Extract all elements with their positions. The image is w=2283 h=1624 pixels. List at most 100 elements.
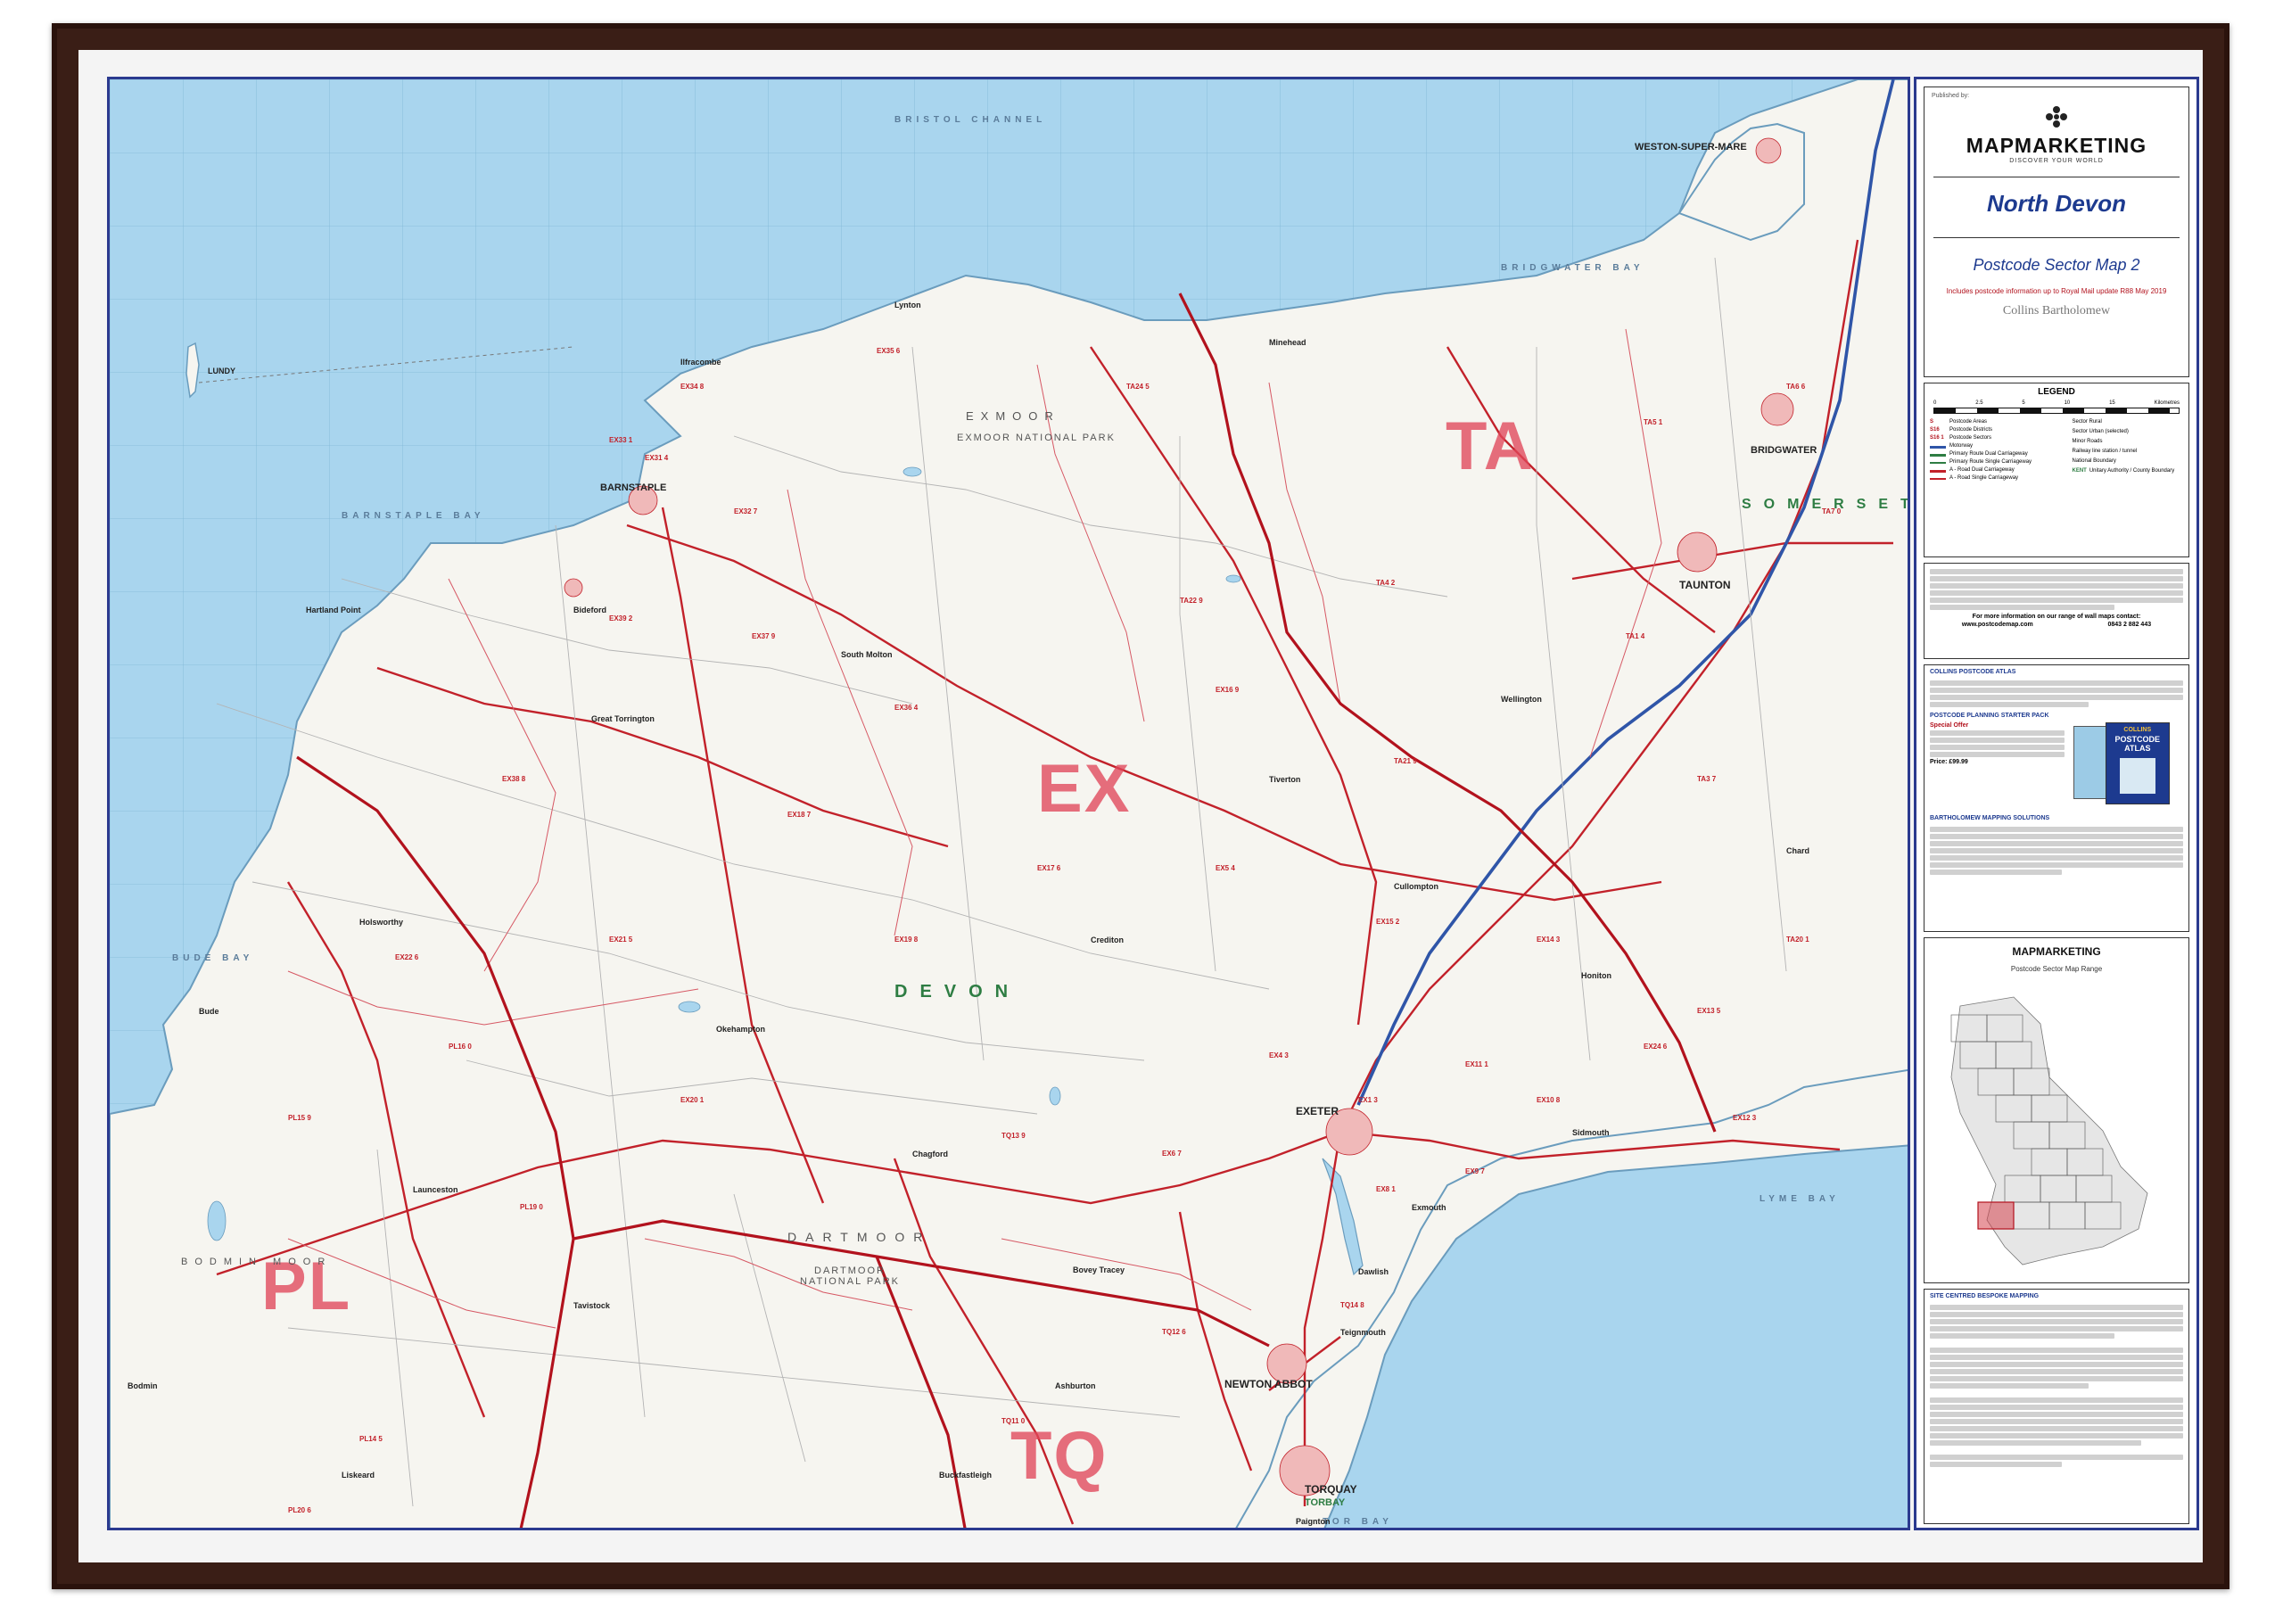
sector-label: EX6 7 bbox=[1162, 1150, 1182, 1158]
sector-label: TQ13 9 bbox=[1001, 1132, 1026, 1140]
town-ashburton: Ashburton bbox=[1055, 1381, 1096, 1390]
legend-text: A - Road Dual Carriageway bbox=[1949, 467, 2015, 473]
book-brand: COLLINS bbox=[2123, 727, 2152, 733]
title-panel: Published by: MAPMARKETING DISCOVER YOUR… bbox=[1924, 87, 2189, 377]
scale-bar bbox=[1933, 408, 2180, 414]
legend-left-column: S Postcode Areas S16 Postcode Districts S1… bbox=[1924, 419, 2073, 483]
area-letter-ex: EX bbox=[1037, 751, 1132, 827]
sector-label: TA6 6 bbox=[1786, 383, 1806, 391]
legend-code: S16 1 bbox=[1930, 435, 1944, 441]
town-lynton: Lynton bbox=[894, 301, 921, 309]
phone-number: 0843 2 882 443 bbox=[2107, 622, 2152, 628]
map-range-panel: MAPMARKETING Postcode Sector Map Range bbox=[1924, 937, 2189, 1283]
sector-label: EX1 3 bbox=[1358, 1096, 1378, 1104]
legend-text: Railway line station / tunnel bbox=[2072, 449, 2138, 454]
atlas-panel: COLLINS POSTCODE ATLAS POSTCODE PLANNING… bbox=[1924, 664, 2189, 932]
sector-label: TA7 0 bbox=[1822, 507, 1842, 515]
legend-text: Motorway bbox=[1949, 443, 1974, 449]
sector-label: EX19 8 bbox=[894, 936, 919, 944]
area-letter-ta: TA bbox=[1446, 408, 1535, 484]
legend-text: Postcode Districts bbox=[1949, 427, 1993, 433]
sector-label: TA3 7 bbox=[1697, 775, 1717, 783]
scale-tick: 15 bbox=[2109, 400, 2115, 406]
town-holsworthy: Holsworthy bbox=[359, 918, 404, 927]
sector-label: EX17 6 bbox=[1037, 864, 1061, 872]
sector-label: EX10 8 bbox=[1537, 1096, 1561, 1104]
sea-bridgwater-bay: BRIDGWATER BAY bbox=[1501, 263, 1644, 273]
website-link[interactable]: www.postcodemap.com bbox=[1962, 622, 2033, 628]
town-torbay: TORBAY bbox=[1305, 1497, 1346, 1508]
map-region-title: North Devon bbox=[1987, 190, 2126, 217]
dartmoor-park-label: DARTMOOR NATIONAL PARK bbox=[800, 1265, 900, 1287]
town-launceston: Launceston bbox=[413, 1185, 458, 1194]
scale-ticks: 0 2.5 5 10 15 Kilometres bbox=[1933, 400, 2180, 406]
county-devon-label: DEVON bbox=[894, 982, 1021, 1002]
sector-label: EX39 2 bbox=[609, 614, 633, 622]
town-bideford: Bideford bbox=[573, 606, 606, 614]
map-series-title: Postcode Sector Map 2 bbox=[1973, 256, 2140, 274]
sector-label: EX37 9 bbox=[752, 632, 776, 640]
published-by: Published by: bbox=[1932, 93, 1970, 99]
scale-units: Kilometres bbox=[2154, 400, 2180, 406]
sector-label: EX12 3 bbox=[1733, 1114, 1757, 1122]
sea-bristol-channel: BRISTOL CHANNEL bbox=[894, 115, 1047, 125]
map-canvas[interactable]: TA EX PL TQ DEVON SOMERSET EXMOOR EXMOOR… bbox=[107, 77, 1910, 1530]
legend-code: S bbox=[1930, 419, 1934, 425]
sector-label: TA1 4 bbox=[1626, 632, 1645, 640]
legend-text: Primary Route Single Carriageway bbox=[1949, 459, 2032, 465]
sector-label: PL16 0 bbox=[449, 1043, 472, 1051]
sector-label: EX18 7 bbox=[787, 811, 812, 819]
offer-price: Price: £99.99 bbox=[1930, 759, 1968, 765]
sector-label: TA22 9 bbox=[1180, 597, 1203, 605]
range-heading: Postcode Sector Map Range bbox=[2010, 965, 2103, 973]
sector-label: EX11 1 bbox=[1465, 1060, 1488, 1068]
sea-lyme-bay: LYME BAY bbox=[1760, 1194, 1840, 1204]
partner-logo: Collins Bartholomew bbox=[2002, 304, 2111, 317]
town-minehead: Minehead bbox=[1269, 338, 1306, 347]
legend-text: A - Road Single Carriageway bbox=[1949, 475, 2019, 481]
town-bude: Bude bbox=[199, 1007, 219, 1016]
bodmin-moor-label: BODMIN MOOR bbox=[181, 1257, 333, 1267]
town-ilfracombe: Ilfracombe bbox=[680, 358, 721, 367]
town-teignmouth: Teignmouth bbox=[1340, 1328, 1386, 1337]
town-crediton: Crediton bbox=[1091, 936, 1124, 944]
update-note: Includes postcode information up to Roya… bbox=[1946, 287, 2167, 295]
sector-label: EX4 3 bbox=[1269, 1051, 1289, 1059]
town-barnstaple: BARNSTAPLE bbox=[600, 482, 667, 493]
sector-label: TA4 2 bbox=[1376, 579, 1396, 587]
sector-label: EX14 3 bbox=[1537, 936, 1561, 944]
sector-label: EX16 9 bbox=[1216, 686, 1240, 694]
legend-text: Postcode Sectors bbox=[1949, 435, 1992, 441]
divider bbox=[1933, 237, 2180, 238]
town-dawlish: Dawlish bbox=[1358, 1267, 1389, 1276]
legend-text: Minor Roads bbox=[2072, 439, 2103, 444]
sector-label: EX5 4 bbox=[1216, 864, 1235, 872]
atlas-book-image: COLLINS POSTCODE ATLAS bbox=[2070, 722, 2188, 812]
town-exeter: EXETER bbox=[1296, 1105, 1339, 1117]
dartmoor-label: DARTMOOR bbox=[787, 1230, 932, 1244]
bespoke-heading: SITE CENTRED BESPOKE MAPPING bbox=[1930, 1293, 2040, 1299]
sector-label: EX13 5 bbox=[1697, 1007, 1721, 1015]
sector-label: EX20 1 bbox=[680, 1096, 705, 1104]
sector-label: TA21 9 bbox=[1394, 757, 1417, 765]
town-wellington: Wellington bbox=[1501, 695, 1542, 704]
sea-tor-bay: TOR BAY bbox=[1323, 1517, 1393, 1527]
solutions-heading: BARTHOLOMEW MAPPING SOLUTIONS bbox=[1930, 815, 2050, 821]
legend-text: Sector Urban (selected) bbox=[2072, 429, 2129, 434]
legend-text: Postcode Areas bbox=[1949, 419, 1988, 425]
sector-label: EX32 7 bbox=[734, 507, 758, 515]
town-newton-abbot: NEWTON ABBOT bbox=[1224, 1378, 1313, 1390]
sector-label: EX24 6 bbox=[1644, 1043, 1668, 1051]
town-taunton: TAUNTON bbox=[1679, 579, 1731, 591]
exmoor-park-label: EXMOOR NATIONAL PARK bbox=[957, 433, 1116, 443]
sector-label: EX22 6 bbox=[395, 953, 419, 961]
scale-tick: 0 bbox=[1933, 400, 1937, 406]
brand-name: MAPMARKETING bbox=[1966, 134, 2147, 157]
town-okehampton: Okehampton bbox=[716, 1025, 766, 1034]
contact-line: For more information on our range of wal… bbox=[1972, 614, 2141, 620]
town-bodmin: Bodmin bbox=[128, 1381, 158, 1390]
town-bovey-tracey: Bovey Tracey bbox=[1073, 1265, 1125, 1274]
legend-text: Sector Rural bbox=[2072, 419, 2102, 425]
sector-label: EX21 5 bbox=[609, 936, 633, 944]
sector-label: EX8 1 bbox=[1376, 1185, 1396, 1193]
